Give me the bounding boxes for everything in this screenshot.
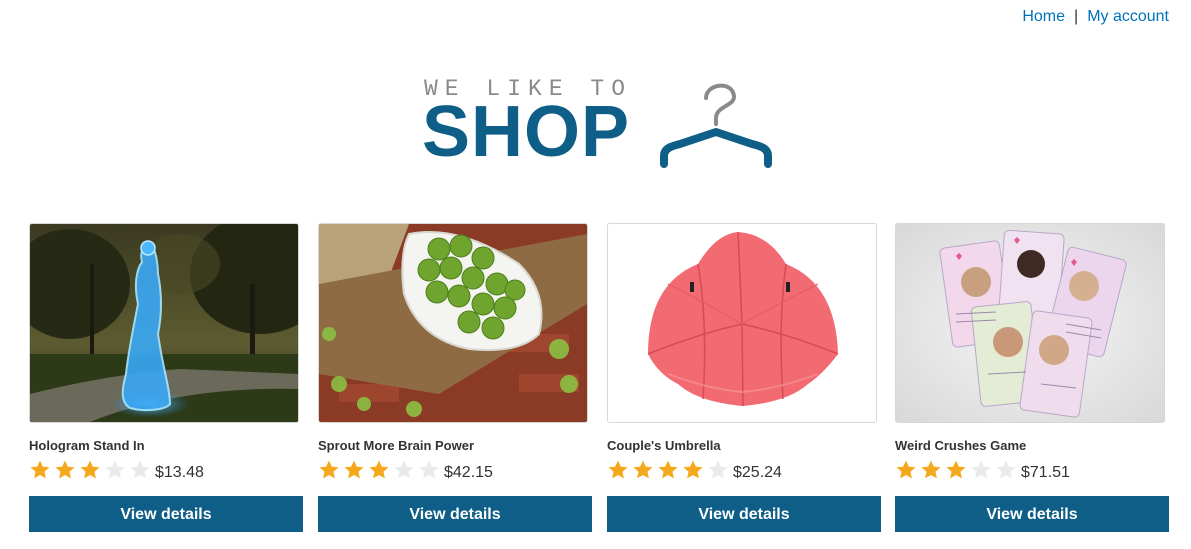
product-price: $25.24 bbox=[733, 464, 782, 481]
star-filled-icon bbox=[946, 460, 966, 479]
star-filled-icon bbox=[30, 460, 50, 479]
site-logo: WE LIKE TO SHOP bbox=[422, 74, 782, 184]
product-rating bbox=[318, 458, 443, 482]
star-filled-icon bbox=[608, 460, 628, 479]
product-name[interactable]: Weird Crushes Game bbox=[895, 438, 1026, 453]
star-filled-icon bbox=[921, 460, 941, 479]
star-filled-icon bbox=[319, 460, 339, 479]
top-nav: Home | My account bbox=[1022, 8, 1169, 26]
hologram-image bbox=[30, 224, 298, 422]
product-image[interactable] bbox=[607, 223, 877, 423]
product-price: $13.48 bbox=[155, 464, 204, 481]
star-empty-icon bbox=[996, 460, 1016, 479]
product-price: $71.51 bbox=[1021, 464, 1070, 481]
page: Home | My account WE LIKE TO SHOP Hologr… bbox=[0, 0, 1191, 549]
product-price: $42.15 bbox=[444, 464, 493, 481]
star-filled-icon bbox=[683, 460, 703, 479]
product-grid: Hologram Stand In $13.48 View details Sp… bbox=[29, 223, 1169, 533]
star-filled-icon bbox=[55, 460, 75, 479]
product-image[interactable] bbox=[895, 223, 1165, 423]
view-details-button[interactable]: View details bbox=[29, 496, 303, 532]
product-image[interactable] bbox=[318, 223, 588, 423]
star-filled-icon bbox=[369, 460, 389, 479]
home-link[interactable]: Home bbox=[1022, 8, 1065, 25]
my-account-link[interactable]: My account bbox=[1087, 8, 1169, 25]
view-details-button[interactable]: View details bbox=[895, 496, 1169, 532]
hanger-icon bbox=[660, 83, 772, 168]
product-card: Sprout More Brain Power $42.15 View deta… bbox=[318, 223, 592, 532]
product-name[interactable]: Sprout More Brain Power bbox=[318, 438, 474, 453]
nav-separator: | bbox=[1074, 8, 1079, 25]
cards-game-image bbox=[896, 224, 1164, 422]
logo-wordmark: SHOP bbox=[422, 92, 631, 172]
star-filled-icon bbox=[633, 460, 653, 479]
star-filled-icon bbox=[658, 460, 678, 479]
product-rating bbox=[29, 458, 154, 482]
star-filled-icon bbox=[344, 460, 364, 479]
product-name[interactable]: Hologram Stand In bbox=[29, 438, 145, 453]
star-filled-icon bbox=[80, 460, 100, 479]
product-card: Weird Crushes Game $71.51 View details bbox=[895, 223, 1169, 532]
sprouts-image bbox=[319, 224, 587, 422]
product-rating bbox=[895, 458, 1020, 482]
star-empty-icon bbox=[971, 460, 991, 479]
star-empty-icon bbox=[394, 460, 414, 479]
product-card: Hologram Stand In $13.48 View details bbox=[29, 223, 303, 532]
product-card: Couple's Umbrella $25.24 View details bbox=[607, 223, 881, 532]
umbrella-image bbox=[608, 224, 876, 422]
star-empty-icon bbox=[105, 460, 125, 479]
view-details-button[interactable]: View details bbox=[607, 496, 881, 532]
product-image[interactable] bbox=[29, 223, 299, 423]
product-name[interactable]: Couple's Umbrella bbox=[607, 438, 721, 453]
star-filled-icon bbox=[896, 460, 916, 479]
star-empty-icon bbox=[708, 460, 728, 479]
star-empty-icon bbox=[419, 460, 439, 479]
view-details-button[interactable]: View details bbox=[318, 496, 592, 532]
product-rating bbox=[607, 458, 732, 482]
star-empty-icon bbox=[130, 460, 150, 479]
